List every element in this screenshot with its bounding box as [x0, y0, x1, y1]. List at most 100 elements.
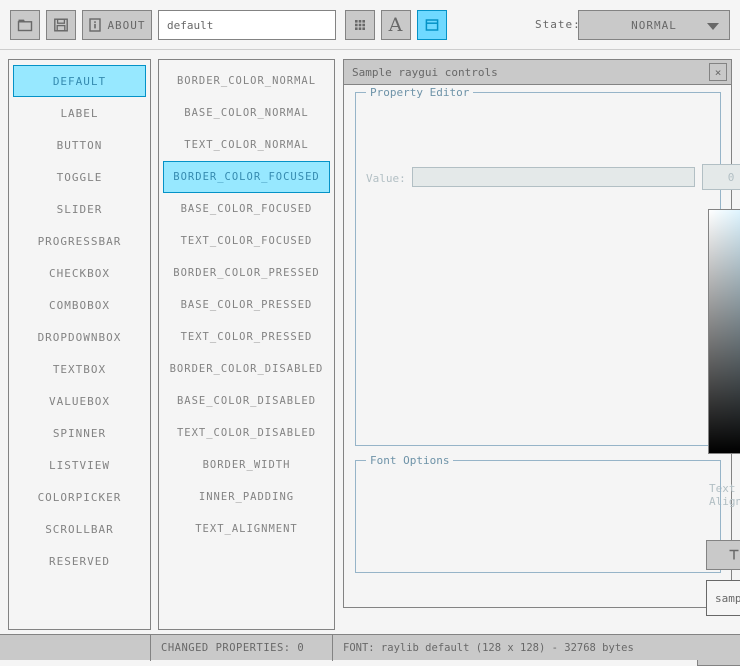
property-item-border-color-normal[interactable]: BORDER_COLOR_NORMAL: [163, 65, 330, 97]
value-box[interactable]: 0: [702, 164, 740, 190]
control-item-button[interactable]: BUTTON: [13, 129, 146, 161]
sample-text-value: sample text: [715, 591, 740, 605]
control-item-spinner[interactable]: SPINNER: [13, 417, 146, 449]
property-item-label: BASE_COLOR_DISABLED: [176, 395, 317, 407]
control-item-label: RESERVED: [49, 554, 110, 568]
control-item-label: TOGGLE: [56, 170, 103, 184]
property-item-label: BORDER_WIDTH: [202, 459, 291, 471]
font-type-icon: [727, 547, 740, 563]
floppy-disk-icon: [53, 17, 69, 33]
property-item-base-color-normal[interactable]: BASE_COLOR_NORMAL: [163, 97, 330, 129]
about-button[interactable]: ABOUT: [82, 10, 152, 40]
font-options-group-label: Font Options: [366, 454, 454, 467]
toggle-controls-panel-button[interactable]: [417, 10, 447, 40]
status-bar: CHANGED PROPERTIES: 0 FONT: raylib defau…: [0, 634, 740, 661]
property-item-border-width[interactable]: BORDER_WIDTH: [163, 449, 330, 481]
control-item-checkbox[interactable]: CHECKBOX: [13, 257, 146, 289]
control-item-label: SCROLLBAR: [45, 522, 114, 536]
property-item-border-color-pressed[interactable]: BORDER_COLOR_PRESSED: [163, 257, 330, 289]
property-item-border-color-focused[interactable]: BORDER_COLOR_FOCUSED: [163, 161, 330, 193]
property-item-label: TEXT_COLOR_PRESSED: [180, 331, 313, 343]
property-item-label: TEXT_COLOR_FOCUSED: [180, 235, 313, 247]
property-list[interactable]: BORDER_COLOR_NORMAL BASE_COLOR_NORMAL TEXT…: [158, 59, 335, 630]
property-item-inner-padding[interactable]: INNER_PADDING: [163, 481, 330, 513]
status-font-info: FONT: raylib default (128 x 128) - 32768…: [343, 642, 634, 654]
property-item-label: BASE_COLOR_PRESSED: [180, 299, 313, 311]
folder-open-icon: [17, 17, 33, 33]
property-editor-group-label: Property Editor: [366, 86, 474, 99]
control-item-progressbar[interactable]: PROGRESSBAR: [13, 225, 146, 257]
property-item-label: BASE_COLOR_FOCUSED: [180, 203, 313, 215]
font-letter-icon: A: [388, 13, 404, 36]
style-name-value: default: [167, 18, 214, 32]
property-item-base-color-pressed[interactable]: BASE_COLOR_PRESSED: [163, 289, 330, 321]
chevron-down-icon: [707, 23, 719, 30]
control-item-default[interactable]: DEFAULT: [13, 65, 146, 97]
control-item-listview[interactable]: LISTVIEW: [13, 449, 146, 481]
state-value: NORMAL: [631, 18, 677, 32]
control-item-scrollbar[interactable]: SCROLLBAR: [13, 513, 146, 545]
property-item-base-color-focused[interactable]: BASE_COLOR_FOCUSED: [163, 193, 330, 225]
property-item-base-color-disabled[interactable]: BASE_COLOR_DISABLED: [163, 385, 330, 417]
property-item-text-color-disabled[interactable]: TEXT_COLOR_DISABLED: [163, 417, 330, 449]
control-item-slider[interactable]: SLIDER: [13, 193, 146, 225]
property-item-label: BORDER_COLOR_PRESSED: [173, 267, 320, 279]
control-item-label: SPINNER: [52, 426, 107, 440]
window-title: Sample raygui controls: [352, 65, 498, 79]
control-item-label: COLORPICKER: [37, 490, 122, 504]
property-item-label: BORDER_COLOR_FOCUSED: [173, 171, 320, 183]
value-label: Value:: [366, 172, 406, 185]
control-item-label: DROPDOWNBOX: [37, 330, 122, 344]
property-item-text-color-focused[interactable]: TEXT_COLOR_FOCUSED: [163, 225, 330, 257]
control-item-label: CHECKBOX: [49, 266, 110, 280]
control-item-label: BUTTON: [56, 138, 103, 152]
control-list[interactable]: DEFAULT LABEL BUTTON TOGGLE SLIDER PROGRESSBA…: [8, 59, 151, 630]
property-item-label: BASE_COLOR_NORMAL: [184, 107, 309, 119]
control-item-combobox[interactable]: COMBOBOX: [13, 289, 146, 321]
control-item-valuebox[interactable]: VALUEBOX: [13, 385, 146, 417]
control-item-dropdownbox[interactable]: DROPDOWNBOX: [13, 321, 146, 353]
control-item-reserved[interactable]: RESERVED: [13, 545, 146, 577]
status-empty-cell: [0, 635, 151, 661]
value-slider[interactable]: [412, 167, 695, 187]
property-item-label: INNER_PADDING: [198, 491, 295, 503]
colorpicker-saturation-value-area[interactable]: [708, 209, 740, 454]
top-toolbar: ABOUT default A State: NORMAL: [0, 0, 740, 50]
property-item-label: TEXT_COLOR_DISABLED: [176, 427, 317, 439]
property-item-text-alignment[interactable]: TEXT_ALIGNMENT: [163, 513, 330, 545]
control-item-textbox[interactable]: TEXTBOX: [13, 353, 146, 385]
close-label: ×: [714, 65, 722, 79]
control-item-toggle[interactable]: TOGGLE: [13, 161, 146, 193]
sample-text-input[interactable]: sample text: [706, 580, 740, 616]
sample-controls-window: Sample raygui controls × Property Editor…: [343, 59, 740, 666]
save-style-button[interactable]: [46, 10, 76, 40]
value-box-value: 0: [727, 170, 735, 184]
window-title-bar[interactable]: Sample raygui controls ×: [344, 60, 731, 85]
grid-icon: [352, 17, 368, 33]
control-item-label: LABEL: [60, 106, 99, 120]
control-item-label: DEFAULT: [52, 74, 107, 88]
control-item-label: TEXTBOX: [52, 362, 107, 376]
window-panel-icon: [424, 17, 440, 33]
state-label: State:: [535, 18, 581, 31]
close-icon[interactable]: ×: [709, 63, 727, 81]
style-name-input[interactable]: default: [158, 10, 336, 40]
property-item-text-color-normal[interactable]: TEXT_COLOR_NORMAL: [163, 129, 330, 161]
property-item-label: BORDER_COLOR_NORMAL: [176, 75, 317, 87]
property-item-border-color-disabled[interactable]: BORDER_COLOR_DISABLED: [163, 353, 330, 385]
state-dropdown[interactable]: NORMAL: [578, 10, 730, 40]
control-item-colorpicker[interactable]: COLORPICKER: [13, 481, 146, 513]
toggle-font-button[interactable]: A: [381, 10, 411, 40]
control-item-label: LISTVIEW: [49, 458, 110, 472]
property-item-text-color-pressed[interactable]: TEXT_COLOR_PRESSED: [163, 321, 330, 353]
info-icon: [88, 17, 102, 33]
control-item-label[interactable]: LABEL: [13, 97, 146, 129]
toggle-grid-button[interactable]: [345, 10, 375, 40]
about-label: ABOUT: [107, 18, 146, 32]
open-style-button[interactable]: [10, 10, 40, 40]
control-item-label: COMBOBOX: [49, 298, 110, 312]
property-item-label: TEXT_COLOR_NORMAL: [184, 139, 309, 151]
load-font-button[interactable]: Load: [706, 540, 740, 570]
control-item-label: SLIDER: [56, 202, 103, 216]
property-item-label: TEXT_ALIGNMENT: [195, 523, 298, 535]
